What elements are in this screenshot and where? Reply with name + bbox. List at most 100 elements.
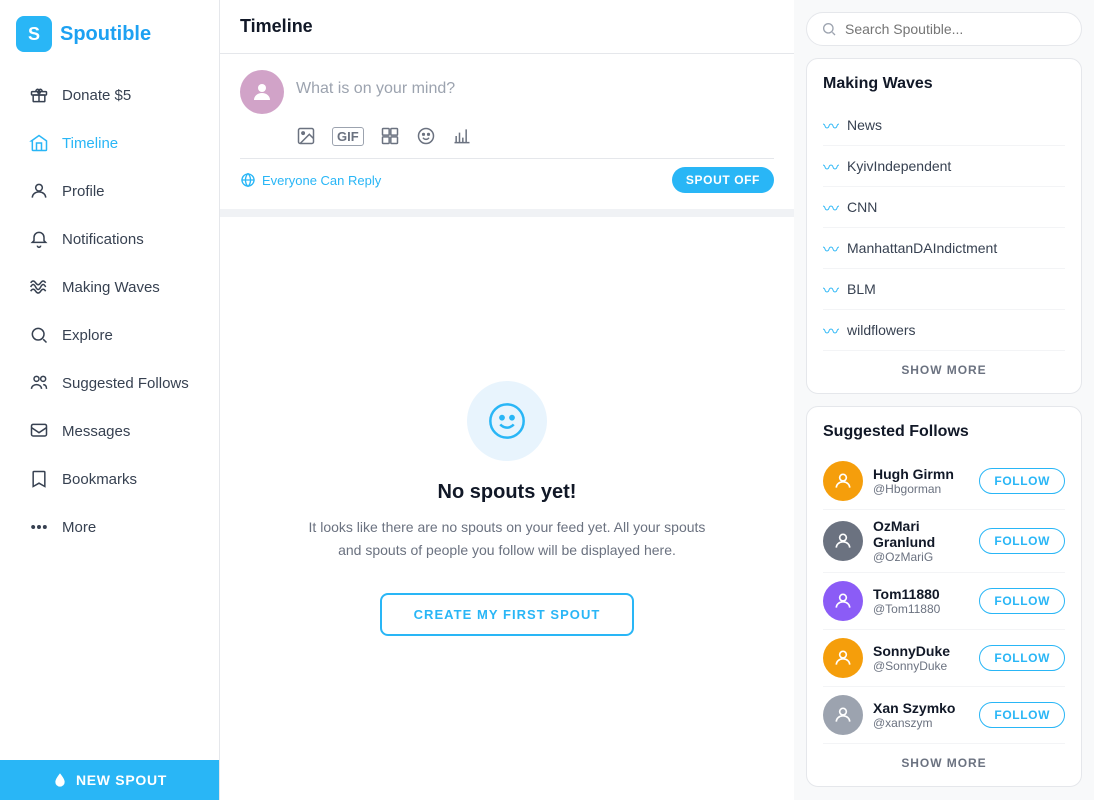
spout-off-button[interactable]: SPOUT OFF — [672, 167, 774, 193]
wave-label-wildflowers: wildflowers — [847, 322, 915, 338]
wave-item-kyiv[interactable]: 〰 KyivIndependent — [823, 146, 1065, 187]
avatar-xan — [823, 695, 863, 735]
gif-tool-button[interactable]: GIF — [332, 127, 364, 146]
empty-smiley-icon — [487, 401, 527, 441]
sidebar-item-messages[interactable]: Messages — [8, 408, 211, 454]
follow-name-sonny: SonnyDuke — [873, 643, 969, 659]
follow-name-tom: Tom11880 — [873, 586, 969, 602]
wave-item-news[interactable]: 〰 News — [823, 105, 1065, 146]
avatar-icon — [250, 80, 274, 104]
more-icon — [28, 516, 50, 538]
follow-info-xan: Xan Szymko @xanszym — [873, 700, 969, 730]
emoji-tool-icon[interactable] — [416, 126, 436, 146]
avatar-ozmari — [823, 521, 863, 561]
sidebar-label-profile: Profile — [62, 183, 105, 200]
timeline-header: Timeline — [220, 0, 794, 54]
sidebar-label-bookmarks: Bookmarks — [62, 471, 137, 488]
sidebar-item-donate[interactable]: Donate $5 — [8, 72, 211, 118]
follow-item-hugh: Hugh Girmn @Hbgorman FOLLOW — [823, 453, 1065, 510]
avatar-hugh — [823, 461, 863, 501]
follow-item-xan: Xan Szymko @xanszym FOLLOW — [823, 687, 1065, 744]
left-sidebar: S Spoutible Donate $5 Timeline Profile — [0, 0, 220, 800]
sidebar-item-bookmarks[interactable]: Bookmarks — [8, 456, 211, 502]
follow-button-tom[interactable]: FOLLOW — [979, 588, 1065, 614]
wave-label-kyiv: KyivIndependent — [847, 158, 951, 174]
wave-label-blm: BLM — [847, 281, 876, 297]
wave-icon: 〰 — [823, 236, 839, 260]
sidebar-item-notifications[interactable]: Notifications — [8, 216, 211, 262]
follow-handle-sonny: @SonnyDuke — [873, 659, 969, 673]
create-first-spout-button[interactable]: CREATE MY FIRST SPOUT — [380, 593, 635, 636]
follow-name-ozmari: OzMari Granlund — [873, 518, 969, 550]
wave-icon: 〰 — [823, 277, 839, 301]
wave-label-cnn: CNN — [847, 199, 877, 215]
sidebar-label-timeline: Timeline — [62, 135, 118, 152]
follow-name-xan: Xan Szymko — [873, 700, 969, 716]
sidebar-label-making-waves: Making Waves — [62, 279, 160, 296]
follow-button-ozmari[interactable]: FOLLOW — [979, 528, 1065, 554]
sidebar-item-making-waves[interactable]: Making Waves — [8, 264, 211, 310]
search-bar[interactable] — [806, 12, 1082, 46]
compose-box: What is on your mind? GIF Everyone Can R… — [220, 54, 794, 217]
follow-info-ozmari: OzMari Granlund @OzMariG — [873, 518, 969, 564]
svg-text:S: S — [28, 24, 40, 44]
user-icon — [28, 180, 50, 202]
chart-tool-icon[interactable] — [452, 126, 472, 146]
wave-item-blm[interactable]: 〰 BLM — [823, 269, 1065, 310]
sidebar-item-explore[interactable]: Explore — [8, 312, 211, 358]
follow-button-sonny[interactable]: FOLLOW — [979, 645, 1065, 671]
search-input[interactable] — [845, 21, 1067, 37]
message-icon — [28, 420, 50, 442]
poll-tool-icon[interactable] — [380, 126, 400, 146]
empty-title: No spouts yet! — [438, 481, 577, 504]
wave-label-manhattan: ManhattanDAIndictment — [847, 240, 997, 256]
wave-icon: 〰 — [823, 318, 839, 342]
avatar-sonny — [823, 638, 863, 678]
globe-icon — [240, 172, 256, 188]
everyone-reply-label: Everyone Can Reply — [262, 173, 381, 188]
sidebar-item-profile[interactable]: Profile — [8, 168, 211, 214]
follow-name-hugh: Hugh Girmn — [873, 466, 969, 482]
wave-label-news: News — [847, 117, 882, 133]
home-icon — [28, 132, 50, 154]
compose-footer: Everyone Can Reply SPOUT OFF — [240, 158, 774, 193]
wave-item-manhattan[interactable]: 〰 ManhattanDAIndictment — [823, 228, 1065, 269]
search-icon — [821, 21, 837, 37]
making-waves-show-more[interactable]: SHOW MORE — [823, 351, 1065, 377]
empty-icon-container — [467, 381, 547, 461]
waves-icon — [28, 276, 50, 298]
follow-handle-ozmari: @OzMariG — [873, 550, 969, 564]
follow-info-tom: Tom11880 @Tom11880 — [873, 586, 969, 616]
follow-button-hugh[interactable]: FOLLOW — [979, 468, 1065, 494]
bookmark-icon — [28, 468, 50, 490]
sidebar-item-more[interactable]: More — [8, 504, 211, 550]
follow-item-sonny: SonnyDuke @SonnyDuke FOLLOW — [823, 630, 1065, 687]
sidebar-label-notifications: Notifications — [62, 231, 144, 248]
sidebar-item-suggested-follows[interactable]: Suggested Follows — [8, 360, 211, 406]
wave-icon: 〰 — [823, 195, 839, 219]
sidebar-nav: Donate $5 Timeline Profile Notifications — [0, 72, 219, 760]
new-spout-label: NEW SPOUT — [76, 772, 167, 788]
empty-description: It looks like there are no spouts on you… — [307, 516, 707, 561]
everyone-can-reply[interactable]: Everyone Can Reply — [240, 172, 381, 188]
compose-placeholder[interactable]: What is on your mind? — [296, 70, 774, 98]
wave-icon: 〰 — [823, 113, 839, 137]
right-sidebar: Making Waves 〰 News 〰 KyivIndependent 〰 … — [794, 0, 1094, 800]
sidebar-label-messages: Messages — [62, 423, 130, 440]
making-waves-title: Making Waves — [823, 75, 1065, 93]
suggested-follows-card: Suggested Follows Hugh Girmn @Hbgorman F… — [806, 406, 1082, 787]
new-spout-button[interactable]: NEW SPOUT — [0, 760, 219, 800]
logo[interactable]: S Spoutible — [0, 16, 219, 72]
wave-item-cnn[interactable]: 〰 CNN — [823, 187, 1065, 228]
logo-icon: S — [16, 16, 52, 52]
image-tool-icon[interactable] — [296, 126, 316, 146]
wave-item-wildflowers[interactable]: 〰 wildflowers — [823, 310, 1065, 351]
wave-icon: 〰 — [823, 154, 839, 178]
follow-handle-tom: @Tom11880 — [873, 602, 969, 616]
follow-button-xan[interactable]: FOLLOW — [979, 702, 1065, 728]
bell-icon — [28, 228, 50, 250]
gift-icon — [28, 84, 50, 106]
sidebar-item-timeline[interactable]: Timeline — [8, 120, 211, 166]
making-waves-card: Making Waves 〰 News 〰 KyivIndependent 〰 … — [806, 58, 1082, 394]
suggested-follows-show-more[interactable]: SHOW MORE — [823, 744, 1065, 770]
